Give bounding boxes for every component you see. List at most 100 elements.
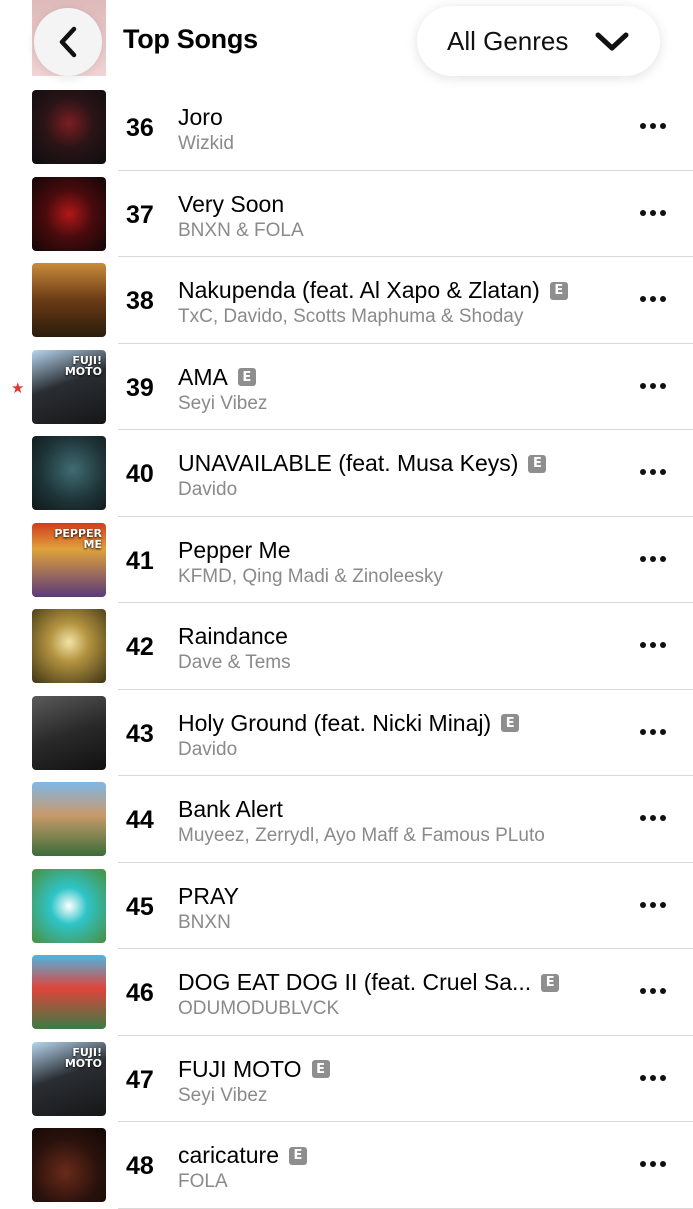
song-title-line: caricature E bbox=[178, 1142, 307, 1169]
song-row[interactable]: 44 Bank Alert Muyeez, Zerrydl, Ayo Maff & … bbox=[0, 776, 693, 863]
song-artist: ODUMODUBLVCK bbox=[178, 998, 340, 1019]
more-options-icon[interactable] bbox=[640, 469, 666, 475]
chart-rank: 40 bbox=[126, 460, 154, 488]
song-title: UNAVAILABLE (feat. Musa Keys) bbox=[178, 450, 519, 476]
more-dot bbox=[660, 728, 666, 735]
song-title-line: UNAVAILABLE (feat. Musa Keys) E bbox=[178, 450, 547, 477]
chart-rank: 42 bbox=[126, 633, 154, 661]
song-title: DOG EAT DOG II (feat. Cruel Sa... bbox=[178, 969, 532, 995]
explicit-badge: E bbox=[288, 1146, 307, 1165]
more-options-icon[interactable] bbox=[640, 1074, 666, 1081]
song-title-line: AMA E bbox=[178, 364, 256, 391]
song-artist: Davido bbox=[178, 479, 238, 500]
song-title-line: Very Soon bbox=[178, 191, 284, 218]
chart-rank: 47 bbox=[126, 1065, 154, 1094]
more-dot bbox=[660, 642, 666, 648]
song-title: Raindance bbox=[178, 623, 288, 649]
song-title: PRAY bbox=[178, 882, 239, 909]
chart-rank: 43 bbox=[126, 719, 154, 748]
album-cover-text: PEPPER ME bbox=[54, 526, 102, 551]
more-options-icon[interactable] bbox=[640, 296, 666, 302]
chevron-left-icon bbox=[59, 26, 77, 58]
genre-dropdown[interactable]: All Genres bbox=[417, 6, 660, 76]
chevron-down-icon bbox=[595, 32, 629, 51]
song-artist: Seyi Vibez bbox=[178, 392, 268, 414]
song-row[interactable]: FUJI! MOTO 47 FUJI MOTO E Seyi Vibez bbox=[0, 1036, 693, 1122]
song-artist: BNXN & FOLA bbox=[178, 219, 304, 241]
more-dot bbox=[640, 1074, 646, 1081]
more-options-icon[interactable] bbox=[640, 901, 666, 908]
song-title-line: Joro bbox=[178, 104, 223, 131]
album-artwork bbox=[32, 955, 106, 1029]
song-row[interactable]: 37 Very Soon BNXN & FOLA bbox=[0, 171, 693, 257]
song-title-line: Holy Ground (feat. Nicki Minaj) E bbox=[178, 709, 520, 737]
song-row[interactable]: 46 DOG EAT DOG II (feat. Cruel Sa... E ODUM… bbox=[0, 949, 693, 1036]
more-options-icon[interactable] bbox=[640, 123, 666, 129]
song-row[interactable]: PEPPER ME 41 Pepper Me KFMD, Qing Madi & Zi… bbox=[0, 517, 693, 603]
chart-rank: 41 bbox=[126, 546, 154, 575]
more-options-icon[interactable] bbox=[640, 382, 666, 389]
song-title-line: Pepper Me bbox=[178, 537, 291, 564]
page-title: Top Songs bbox=[123, 24, 258, 54]
star-icon: ★ bbox=[11, 379, 25, 397]
more-dot bbox=[660, 209, 666, 216]
song-title: Holy Ground (feat. Nicki Minaj) bbox=[178, 709, 492, 736]
song-title-line: DOG EAT DOG II (feat. Cruel Sa... E bbox=[178, 969, 560, 996]
row-divider bbox=[118, 1207, 693, 1209]
album-cover-text: FUJI! MOTO bbox=[64, 353, 102, 378]
song-row[interactable]: 45 PRAY BNXN bbox=[0, 863, 693, 949]
more-dot bbox=[650, 382, 656, 389]
more-dot bbox=[640, 469, 646, 475]
more-dot bbox=[650, 815, 656, 821]
more-dot bbox=[660, 123, 666, 129]
more-dot bbox=[640, 382, 646, 389]
more-options-icon[interactable] bbox=[640, 728, 666, 735]
more-dot bbox=[660, 1161, 666, 1167]
song-title-line: Bank Alert bbox=[178, 796, 283, 823]
song-title: caricature bbox=[178, 1142, 279, 1168]
more-dot bbox=[650, 728, 656, 735]
more-dot bbox=[660, 555, 666, 562]
song-list: 36 Joro Wizkid 37 Very Soon BNXN & FOLA 38 Naku… bbox=[0, 84, 693, 1209]
more-dot bbox=[650, 988, 656, 994]
more-options-icon[interactable] bbox=[640, 555, 666, 562]
more-options-icon[interactable] bbox=[640, 988, 666, 994]
more-dot bbox=[660, 815, 666, 821]
album-artwork bbox=[32, 1128, 106, 1202]
song-title: FUJI MOTO bbox=[178, 1055, 302, 1082]
song-artist: Muyeez, Zerrydl, Ayo Maff & Famous PLuto bbox=[178, 825, 545, 846]
song-artist: FOLA bbox=[178, 1171, 228, 1192]
album-cover-text: FUJI! MOTO bbox=[64, 1045, 102, 1070]
song-row[interactable]: 48 caricature E FOLA bbox=[0, 1122, 693, 1209]
song-row[interactable]: 36 Joro Wizkid bbox=[0, 84, 693, 171]
song-row[interactable]: 43 Holy Ground (feat. Nicki Minaj) E Davido bbox=[0, 690, 693, 776]
more-dot bbox=[660, 296, 666, 302]
back-button[interactable] bbox=[34, 8, 102, 76]
song-row[interactable]: 40 UNAVAILABLE (feat. Musa Keys) E Davido bbox=[0, 430, 693, 517]
more-options-icon[interactable] bbox=[640, 815, 666, 821]
more-options-icon[interactable] bbox=[640, 209, 666, 216]
more-dot bbox=[650, 296, 656, 302]
chart-rank: 45 bbox=[126, 892, 154, 921]
song-title-line: Raindance bbox=[178, 623, 288, 650]
more-dot bbox=[650, 555, 656, 562]
album-artwork: PEPPER ME bbox=[32, 522, 106, 597]
explicit-badge: E bbox=[501, 714, 520, 732]
more-options-icon[interactable] bbox=[640, 1161, 666, 1167]
more-options-icon[interactable] bbox=[640, 642, 666, 648]
genre-dropdown-label: All Genres bbox=[447, 25, 569, 56]
chart-rank: 39 bbox=[126, 373, 154, 402]
more-dot bbox=[650, 642, 656, 648]
more-dot bbox=[640, 123, 646, 129]
chart-rank: 36 bbox=[126, 114, 154, 142]
song-title: Nakupenda (feat. Al Xapo & Zlatan) bbox=[178, 277, 540, 303]
song-artist: KFMD, Qing Madi & Zinoleesky bbox=[178, 565, 444, 587]
more-dot bbox=[640, 209, 646, 216]
song-row[interactable]: 42 Raindance Dave & Tems bbox=[0, 603, 693, 690]
song-artist: Dave & Tems bbox=[178, 652, 291, 673]
album-artwork bbox=[32, 695, 106, 770]
song-row[interactable]: FUJI! MOTO ★ 39 AMA E Seyi Vibez bbox=[0, 344, 693, 430]
song-row[interactable]: 38 Nakupenda (feat. Al Xapo & Zlatan) E TxC… bbox=[0, 257, 693, 344]
more-dot bbox=[640, 815, 646, 821]
song-artist: BNXN bbox=[178, 911, 231, 933]
